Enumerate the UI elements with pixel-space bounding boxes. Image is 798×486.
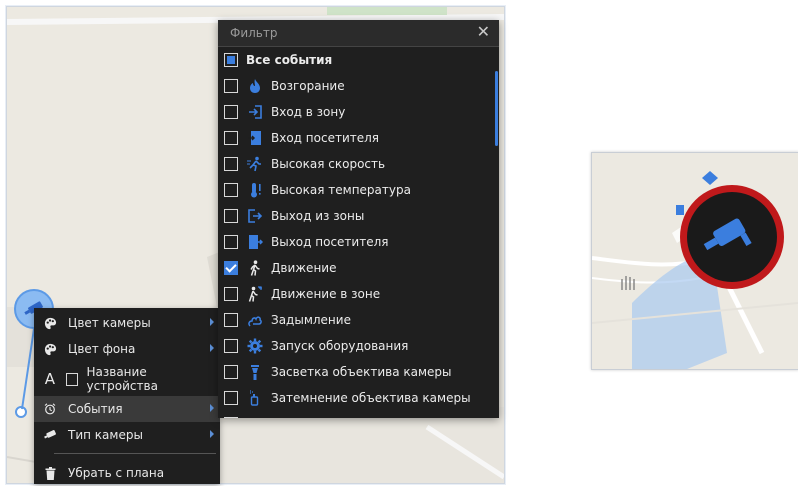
- filter-item-zone-motion[interactable]: Движение в зоне: [218, 282, 493, 306]
- checkbox[interactable]: [224, 209, 238, 223]
- checkbox[interactable]: [224, 105, 238, 119]
- menu-item-label: Цвет камеры: [68, 316, 151, 330]
- trash-icon: [38, 466, 62, 480]
- checkbox[interactable]: [224, 79, 238, 93]
- filter-item-fire[interactable]: Возгорание: [218, 74, 493, 98]
- lens-flare-icon: [246, 363, 264, 381]
- checkbox[interactable]: [224, 131, 238, 145]
- chevron-right-icon: [210, 430, 214, 438]
- filter-item-smoke[interactable]: Задымление: [218, 308, 493, 332]
- speed-runner-icon: [246, 155, 264, 173]
- filter-title: Фильтр: [230, 26, 278, 40]
- menu-item-label: Убрать с плана: [68, 466, 165, 480]
- fire-icon: [246, 77, 264, 95]
- filter-item-label: Вход посетителя: [271, 131, 380, 145]
- filter-item-lens-flare[interactable]: Засветка объектива камеры: [218, 360, 493, 384]
- filter-item-all-events[interactable]: Все события: [218, 48, 493, 72]
- filter-item-zone-exit[interactable]: Выход из зоны: [218, 204, 493, 228]
- checkbox-partial[interactable]: [224, 53, 238, 67]
- filter-item-high-temperature[interactable]: Высокая температура: [218, 178, 493, 202]
- filter-item-high-speed[interactable]: Высокая скорость: [218, 152, 493, 176]
- filter-item-label: Затемнение объектива камеры: [271, 391, 471, 405]
- filter-item-label: Движение в зоне: [271, 287, 381, 301]
- filter-item-label: Возгорание: [271, 79, 345, 93]
- zone-enter-icon: [246, 103, 264, 121]
- smoke-icon: [246, 311, 264, 329]
- checkbox[interactable]: [224, 365, 238, 379]
- filter-item-label: Высокая температура: [271, 183, 411, 197]
- checkbox[interactable]: [224, 157, 238, 171]
- filter-item-label: Задымление: [271, 313, 351, 327]
- visitor-enter-icon: [246, 129, 264, 147]
- checkbox[interactable]: [224, 313, 238, 327]
- menu-item-label: Тип камеры: [68, 428, 143, 442]
- filter-item-label: Запуск оборудования: [271, 339, 409, 353]
- map-zoom-background: [592, 153, 798, 369]
- filter-item-motion[interactable]: Движение: [218, 256, 493, 280]
- text-icon: A: [44, 370, 55, 388]
- checkbox[interactable]: [224, 391, 238, 405]
- menu-item-label: Название устройства: [86, 365, 158, 393]
- alarm-clock-icon: [38, 403, 62, 415]
- menu-item-label: Цвет фона: [68, 342, 136, 356]
- filter-item-zone-enter[interactable]: Вход в зону: [218, 100, 493, 124]
- menu-item-background-color[interactable]: Цвет фона: [34, 336, 220, 362]
- checkbox[interactable]: [224, 339, 238, 353]
- visitor-exit-icon: [246, 233, 264, 251]
- checkbox[interactable]: [224, 183, 238, 197]
- camera-icon: [38, 429, 62, 441]
- filter-item-label: Движение: [271, 261, 337, 275]
- menu-item-label: События: [68, 402, 123, 416]
- filter-item-label: Все события: [246, 53, 333, 67]
- palette-icon: [38, 317, 62, 330]
- checkbox[interactable]: [224, 235, 238, 249]
- filter-header: Фильтр ✕: [218, 20, 499, 47]
- filter-item-visitor-exit[interactable]: Выход посетителя: [218, 230, 493, 254]
- marker-zoom-preview: [591, 152, 798, 370]
- palette-icon: [38, 343, 62, 356]
- filter-item-label: Выход из зоны: [271, 209, 365, 223]
- device-name-checkbox[interactable]: [65, 372, 79, 386]
- lens-dark-icon: [246, 389, 264, 407]
- thermometer-icon: [246, 181, 264, 199]
- menu-item-device-name[interactable]: A Название устройства: [34, 365, 220, 393]
- checkbox[interactable]: [224, 287, 238, 301]
- checkbox-checked[interactable]: [224, 261, 238, 275]
- filter-item-label: Высокая скорость: [271, 157, 386, 171]
- menu-item-camera-color[interactable]: Цвет камеры: [34, 310, 220, 336]
- zone-exit-icon: [246, 207, 264, 225]
- zone-motion-icon: [246, 285, 264, 303]
- filter-item-lens-dark[interactable]: Затемнение объектива камеры: [218, 386, 493, 410]
- close-icon[interactable]: ✕: [477, 22, 490, 41]
- filter-item-label: Засветка объектива камеры: [271, 365, 452, 379]
- filter-item-visitor-enter[interactable]: Вход посетителя: [218, 126, 493, 150]
- filter-item-partial-next: [218, 412, 493, 418]
- chevron-right-icon: [210, 344, 214, 352]
- menu-separator: [54, 453, 216, 454]
- menu-item-events[interactable]: События: [34, 396, 220, 422]
- chevron-right-icon: [210, 404, 214, 412]
- chevron-right-icon: [210, 318, 214, 326]
- filter-item-equipment-start[interactable]: Запуск оборудования: [218, 334, 493, 358]
- walking-person-icon: [246, 259, 264, 277]
- filter-scrollbar[interactable]: [495, 71, 498, 146]
- filter-item-label: Вход в зону: [271, 105, 346, 119]
- gear-icon: [246, 337, 264, 355]
- menu-item-remove-from-plan[interactable]: Убрать с плана: [34, 460, 220, 486]
- events-filter-panel: Фильтр ✕ Все события Возгорание Вход в з…: [218, 20, 499, 418]
- camera-context-menu: Цвет камеры Цвет фона A Название устройс…: [34, 308, 220, 484]
- menu-item-camera-type[interactable]: Тип камеры: [34, 422, 220, 448]
- filter-item-label: Выход посетителя: [271, 235, 389, 249]
- checkbox[interactable]: [224, 417, 238, 418]
